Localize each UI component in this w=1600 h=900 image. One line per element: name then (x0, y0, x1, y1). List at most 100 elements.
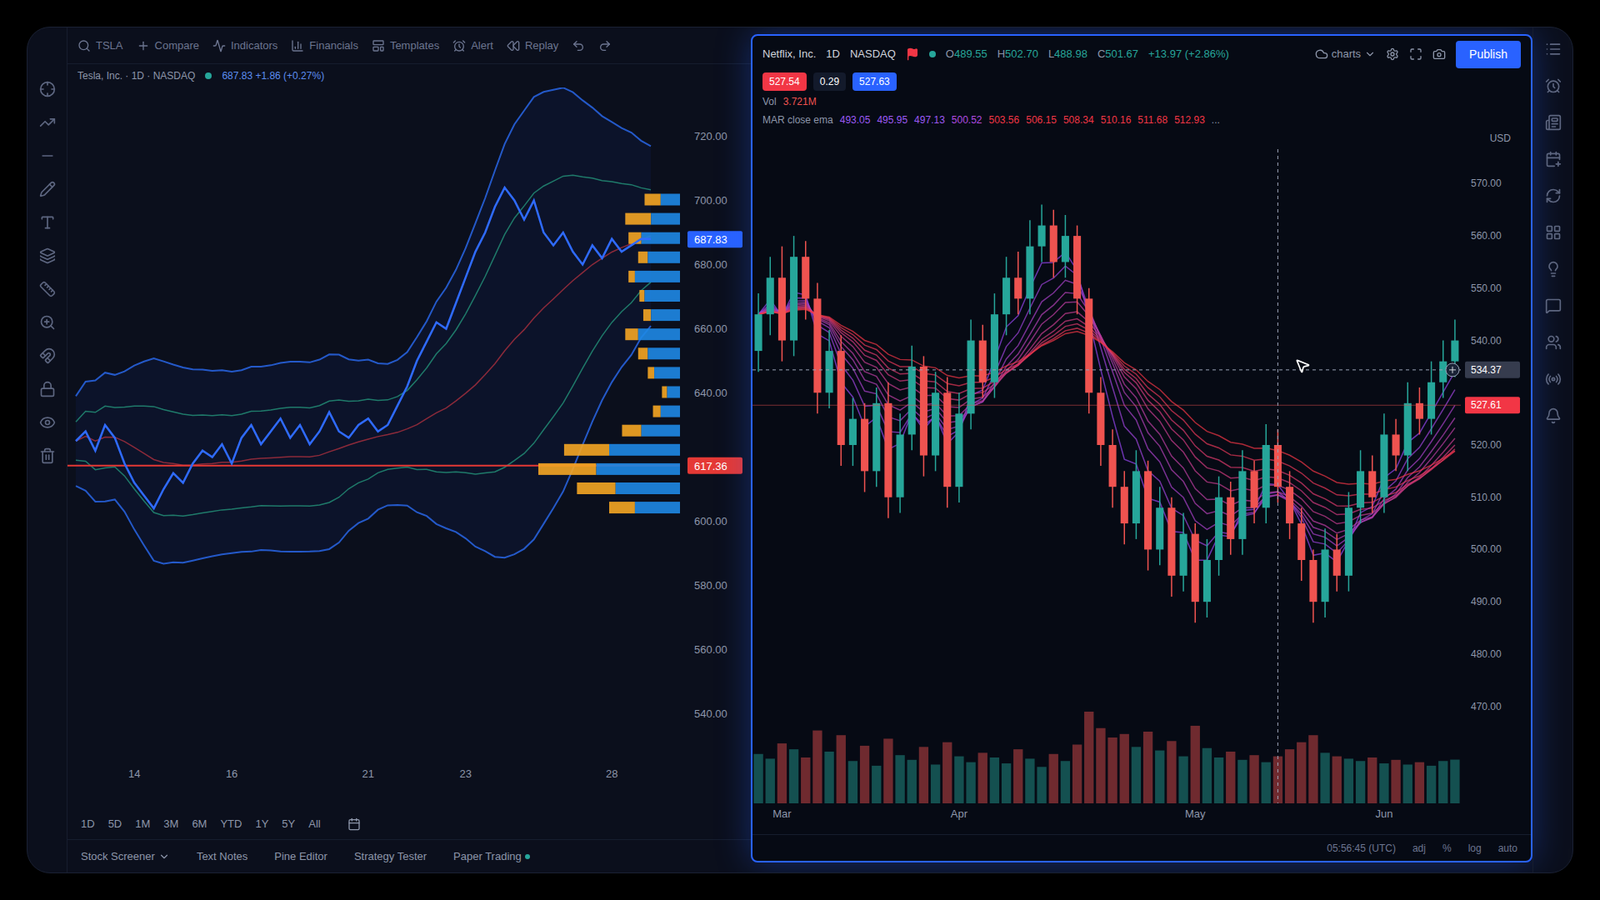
widget-icon[interactable] (1545, 150, 1562, 168)
chart-legend: Tesla, Inc. · 1D · NASDAQ687.83 +1.86 (+… (67, 64, 751, 88)
volume-bar (907, 760, 917, 804)
ema-value: 503.56 (989, 112, 1020, 128)
range-button[interactable]: 1Y (255, 815, 269, 833)
volume-profile-row (645, 194, 681, 206)
widget-icon[interactable] (1545, 187, 1562, 205)
candle (872, 387, 880, 487)
candle (931, 371, 940, 471)
date-tick: 28 (605, 767, 618, 780)
toolbar-label: Replay (525, 37, 559, 55)
bottom-tab[interactable]: Pine Editor (274, 848, 328, 865)
drawing-tool-icon[interactable] (39, 180, 56, 198)
candle (1014, 251, 1022, 315)
volume-bar (1060, 760, 1070, 804)
netflix-chart[interactable]: 570.00560.00550.00540.00520.00510.00500.… (752, 149, 1528, 825)
range-button[interactable]: All (308, 815, 320, 833)
toolbar-button[interactable]: Replay (506, 37, 559, 55)
widget-icon[interactable] (1545, 114, 1562, 131)
volume-profile-row (643, 309, 680, 321)
drawing-tool-icon[interactable] (39, 314, 56, 331)
bottom-tab[interactable]: Strategy Tester (354, 848, 427, 865)
scale-toggle[interactable]: adj (1412, 840, 1426, 856)
volume-bar (800, 757, 810, 804)
drawing-tool-icon[interactable] (39, 214, 56, 231)
chart-header: Netflix, Inc.1DNASDAQO489.55H502.70L488.… (752, 35, 1531, 73)
volume-bar (990, 757, 1000, 804)
month-tick: Jun (1375, 807, 1393, 820)
range-button[interactable]: 6M (191, 815, 207, 833)
tesla-chart[interactable]: 720.00700.00680.00660.00640.00600.00580.… (67, 87, 751, 796)
candle (943, 376, 951, 508)
toolbar-button[interactable]: Financials (290, 37, 359, 55)
cloud-icon (1315, 47, 1329, 61)
range-button[interactable]: 3M (163, 815, 179, 833)
widget-icon[interactable] (1545, 77, 1562, 95)
volume-profile-row (564, 444, 680, 456)
price-tick: 550.00 (1470, 282, 1502, 295)
scale-toggle[interactable]: % (1442, 840, 1452, 856)
widget-icon[interactable] (1545, 297, 1562, 315)
status-bar: 05:56:45 (UTC)adj%logauto (752, 834, 1531, 861)
widget-icon[interactable] (1545, 407, 1562, 425)
widget-icon[interactable] (1545, 370, 1562, 388)
drawing-tool-icon[interactable] (39, 280, 56, 298)
volume-bar (1332, 756, 1342, 804)
toolbar-button[interactable]: Alert (452, 37, 494, 55)
drawing-tool-icon[interactable] (39, 380, 56, 398)
range-button[interactable]: 1D (80, 815, 95, 833)
volume-bar (895, 755, 905, 804)
redo-icon[interactable] (598, 39, 612, 53)
calendar-icon[interactable] (347, 817, 361, 831)
search-icon (77, 39, 91, 53)
camera-icon[interactable] (1432, 47, 1446, 61)
publish-button[interactable]: Publish (1455, 40, 1521, 69)
drawing-tool-icon[interactable] (39, 114, 56, 131)
range-button[interactable]: 5D (108, 815, 123, 833)
candle (1038, 204, 1046, 262)
volume-bar (1202, 748, 1212, 804)
widget-icon[interactable] (1545, 40, 1562, 58)
volume-profile-row (621, 425, 680, 437)
bottom-tab[interactable]: Stock Screener (80, 848, 170, 865)
symbol-search[interactable]: TSLA (77, 37, 124, 55)
svg-text:617.36: 617.36 (694, 460, 728, 473)
undo-icon[interactable] (571, 39, 585, 53)
drawing-tool-icon[interactable] (39, 247, 56, 265)
range-button[interactable]: 5Y (281, 815, 295, 833)
chevron-down-icon (1364, 48, 1376, 60)
widget-icon[interactable] (1545, 224, 1562, 241)
flag-icon[interactable] (905, 47, 920, 61)
range-button[interactable]: YTD (220, 815, 242, 833)
scale-toggle[interactable]: auto (1498, 840, 1518, 856)
toolbar-button[interactable]: Indicators (212, 37, 278, 55)
volume-bar (1013, 749, 1023, 804)
toolbar-button[interactable]: Templates (371, 37, 440, 55)
widget-icon[interactable] (1545, 260, 1562, 278)
ohlc-value: L488.98 (1048, 45, 1088, 63)
candle (908, 345, 916, 450)
candle (1180, 513, 1188, 592)
volume-bar (1426, 765, 1436, 804)
charts-menu[interactable]: charts (1315, 45, 1376, 63)
bottom-tab[interactable]: Text Notes (196, 848, 248, 865)
exchange: NASDAQ (850, 45, 896, 63)
bottom-tab[interactable]: Paper Trading (453, 848, 530, 865)
settings-icon[interactable] (1385, 47, 1400, 61)
drawing-tool-icon[interactable] (39, 147, 56, 165)
candle (1415, 387, 1424, 435)
drawing-tool-icon[interactable] (39, 80, 56, 98)
ema-line (758, 292, 1455, 540)
drawing-tool-icon[interactable] (39, 447, 56, 465)
price-tick: 490.00 (1470, 595, 1502, 608)
toolbar-button[interactable]: Compare (136, 37, 200, 55)
drawing-tool-icon[interactable] (39, 347, 56, 365)
fullscreen-icon[interactable] (1409, 47, 1423, 61)
symbol-text: TSLA (95, 37, 124, 55)
scale-toggle[interactable]: log (1468, 840, 1482, 856)
toolbar-label: Templates (390, 37, 440, 55)
range-button[interactable]: 1M (135, 815, 150, 833)
widget-icon[interactable] (1545, 334, 1562, 351)
volume-bar (1249, 755, 1259, 804)
toolbar-item-icon (212, 39, 226, 53)
drawing-tool-icon[interactable] (39, 414, 56, 431)
